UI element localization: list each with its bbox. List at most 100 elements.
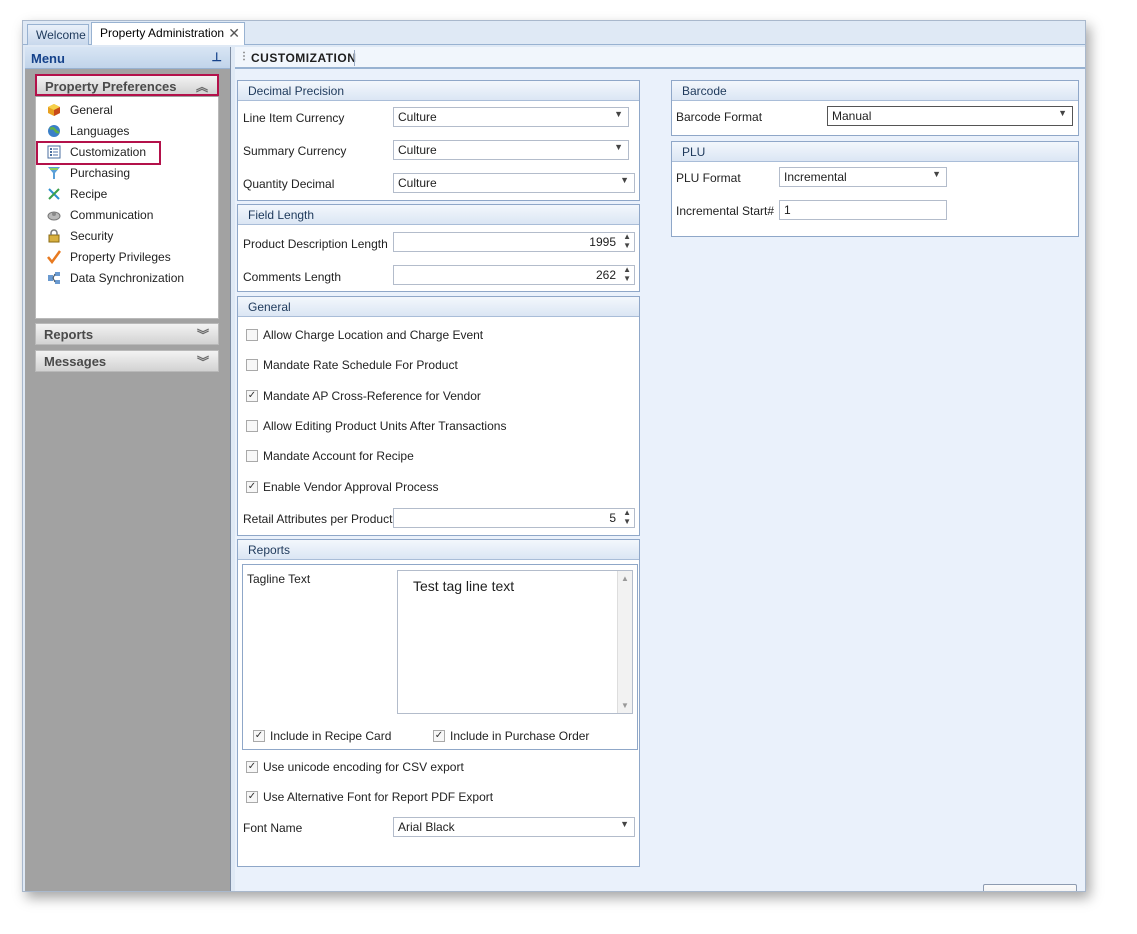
scroll-down-icon[interactable]: ▼ <box>621 701 629 710</box>
sidebar-item-label: Security <box>70 229 114 243</box>
select-value: Culture <box>398 143 437 157</box>
page-header: ⋮ CUSTOMIZATION <box>235 47 1085 69</box>
comments-length-label: Comments Length <box>243 270 342 284</box>
sidebar-item-property-privileges[interactable]: Property Privileges <box>36 248 218 268</box>
chevron-down-icon: ︾ <box>196 355 209 369</box>
barcode-format-select[interactable]: Manual ▼ <box>827 106 1073 126</box>
checkbox-label: Include in Purchase Order <box>450 729 590 743</box>
chevron-down-icon: ︾ <box>196 328 209 342</box>
sidebar-item-recipe[interactable]: Recipe <box>36 185 218 205</box>
checkbox-label: Mandate Account for Recipe <box>263 449 414 463</box>
sidebar-item-languages[interactable]: Languages <box>36 122 218 142</box>
sidebar-item-security[interactable]: Security <box>36 227 218 247</box>
quantity-decimal-select[interactable]: Culture ▼ <box>393 173 635 193</box>
sidebar-item-label: Communication <box>70 208 154 222</box>
line-item-currency-select[interactable]: Culture ▼ <box>393 107 629 127</box>
checkbox-box: ✓ <box>246 481 258 493</box>
include-purchase-order-checkbox[interactable]: ✓ Include in Purchase Order <box>433 729 589 743</box>
mandate-account-recipe-checkbox[interactable]: Mandate Account for Recipe <box>246 449 414 463</box>
sidebar-item-data-synchronization[interactable]: Data Synchronization <box>36 269 218 289</box>
enable-vendor-approval-checkbox[interactable]: ✓ Enable Vendor Approval Process <box>246 480 438 494</box>
plu-format-label: PLU Format <box>676 171 741 185</box>
scroll-up-icon[interactable]: ▲ <box>621 574 629 583</box>
font-name-select[interactable]: Arial Black ▼ <box>393 817 635 837</box>
tab-bar: Welcome Property Administration ✕ <box>23 21 1085 45</box>
tagline-textarea[interactable]: Test tag line text ▲ ▼ <box>397 570 633 714</box>
group-property-preferences[interactable]: Property Preferences ︽ <box>35 74 219 96</box>
alt-font-pdf-checkbox[interactable]: ✓ Use Alternative Font for Report PDF Exp… <box>246 790 493 804</box>
tab-property-administration[interactable]: Property Administration ✕ <box>91 22 245 45</box>
mandate-ap-crossref-checkbox[interactable]: ✓ Mandate AP Cross-Reference for Vendor <box>246 389 481 403</box>
checkbox-label: Use unicode encoding for CSV export <box>263 760 464 774</box>
checkbox-label: Mandate Rate Schedule For Product <box>263 358 458 372</box>
summary-currency-select[interactable]: Culture ▼ <box>393 140 629 160</box>
textarea-scrollbar[interactable]: ▲ ▼ <box>617 571 632 713</box>
network-icon <box>46 271 62 287</box>
unicode-csv-checkbox[interactable]: ✓ Use unicode encoding for CSV export <box>246 760 464 774</box>
tagline-group: Tagline Text Test tag line text ▲ ▼ ✓ Inc… <box>242 564 638 750</box>
checkbox-box <box>246 450 258 462</box>
allow-charge-location-checkbox[interactable]: Allow Charge Location and Charge Event <box>246 328 483 342</box>
sidebar-item-label: Purchasing <box>70 166 131 180</box>
select-value: Incremental <box>784 170 847 184</box>
dropdown-arrow-icon: ▼ <box>932 169 941 179</box>
group-messages[interactable]: Messages ︾ <box>35 350 219 372</box>
pin-icon[interactable]: ⊥ <box>212 50 222 64</box>
checkbox-box: ✓ <box>253 730 265 742</box>
include-recipe-card-checkbox[interactable]: ✓ Include in Recipe Card <box>253 729 391 743</box>
checkbox-box: ✓ <box>246 791 258 803</box>
comments-length-spinner[interactable]: 262 ▲ ▼ <box>393 265 635 285</box>
page-title: CUSTOMIZATION <box>251 51 357 65</box>
group-reports[interactable]: Reports ︾ <box>35 323 219 345</box>
sidebar-item-label: Property Privileges <box>70 250 171 264</box>
sidebar-item-customization[interactable]: Customization <box>36 141 161 165</box>
sidebar-item-general[interactable]: General <box>36 101 218 121</box>
checkbox-label: Allow Editing Product Units After Transa… <box>263 419 507 433</box>
checkbox-box: ✓ <box>246 761 258 773</box>
plu-format-select[interactable]: Incremental ▼ <box>779 167 947 187</box>
dropdown-arrow-icon: ▼ <box>614 142 623 152</box>
spinner-arrows-icon[interactable]: ▲ ▼ <box>623 265 631 283</box>
spinner-value: 262 <box>595 268 616 282</box>
checkbox-box: ✓ <box>433 730 445 742</box>
checkmark-icon <box>46 250 62 266</box>
navigation-menu: Menu ⊥ Property Preferences ︽ General La… <box>25 47 231 891</box>
panel-field-length: Field Length Product Description Length … <box>237 204 640 292</box>
product-description-length-label: Product Description Length <box>243 237 388 251</box>
tab-label: Welcome <box>36 28 86 42</box>
group-label: Reports <box>44 327 94 342</box>
checkbox-box: ✓ <box>246 390 258 402</box>
sidebar-item-label: Languages <box>70 124 130 138</box>
chevron-up-icon: ︽ <box>195 80 208 94</box>
tagline-text-label: Tagline Text <box>247 572 311 586</box>
save-button[interactable]: Save <box>983 884 1077 891</box>
checkbox-label: Use Alternative Font for Report PDF Expo… <box>263 790 494 804</box>
font-name-label: Font Name <box>243 821 303 835</box>
spinner-arrows-icon[interactable]: ▲ ▼ <box>623 232 631 250</box>
funnel-icon <box>46 166 62 182</box>
incremental-start-input[interactable]: 1 <box>779 200 947 220</box>
group-label: Messages <box>44 354 107 369</box>
allow-editing-units-checkbox[interactable]: Allow Editing Product Units After Transa… <box>246 419 506 433</box>
line-item-currency-label: Line Item Currency <box>243 111 345 125</box>
mandate-rate-schedule-checkbox[interactable]: Mandate Rate Schedule For Product <box>246 358 458 372</box>
checkbox-box <box>246 329 258 341</box>
retail-attributes-spinner[interactable]: 5 ▲ ▼ <box>393 508 635 528</box>
panel-title: Field Length <box>238 205 639 225</box>
spinner-arrows-icon[interactable]: ▲ ▼ <box>623 508 631 526</box>
product-description-length-spinner[interactable]: 1995 ▲ ▼ <box>393 232 635 252</box>
grip-icon: ⋮ <box>239 51 250 62</box>
select-value: Culture <box>398 176 437 190</box>
checkbox-label: Allow Charge Location and Charge Event <box>263 328 484 342</box>
sidebar-item-label: General <box>70 103 113 117</box>
divider <box>354 50 355 66</box>
sidebar-item-communication[interactable]: Communication <box>36 206 218 226</box>
sidebar-item-purchasing[interactable]: Purchasing <box>36 164 218 184</box>
application-window: Welcome Property Administration ✕ Menu ⊥… <box>22 20 1086 892</box>
checkbox-box <box>246 420 258 432</box>
close-icon[interactable]: ✕ <box>228 25 240 42</box>
tab-welcome[interactable]: Welcome <box>27 24 89 45</box>
utensils-icon <box>46 187 62 203</box>
preferences-list: General Languages Customization Purchasi… <box>35 97 219 319</box>
tab-label: Property Administration <box>100 26 225 40</box>
